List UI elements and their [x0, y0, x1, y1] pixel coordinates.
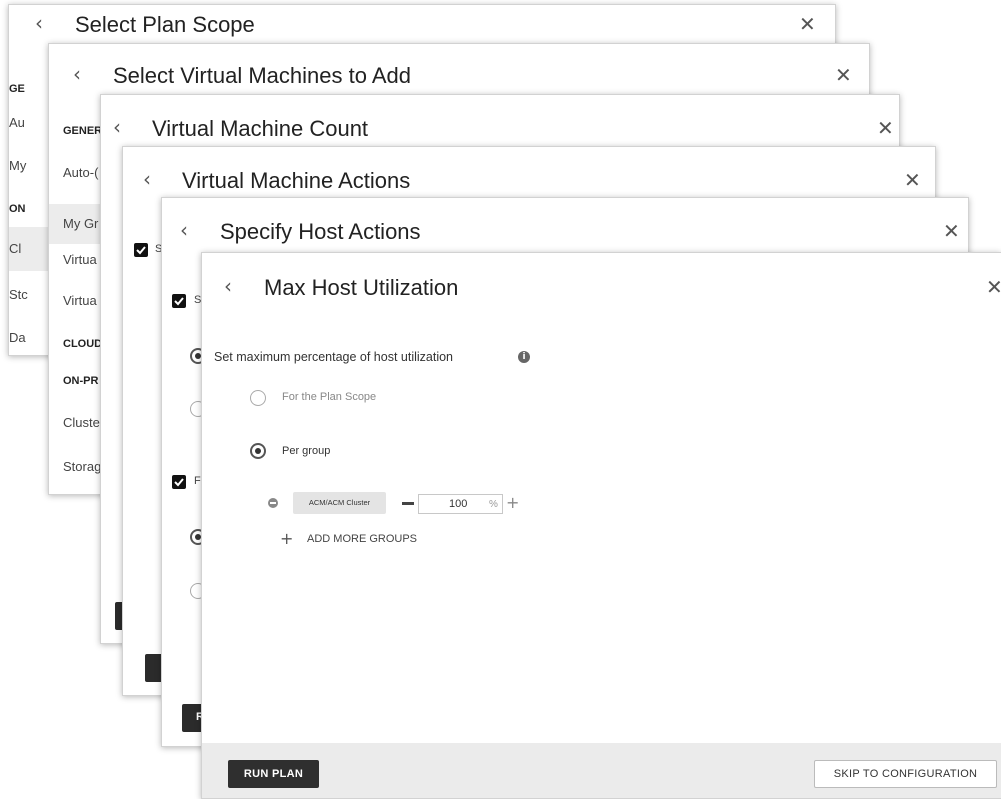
radio-per-group[interactable] — [250, 443, 266, 459]
decrement-button[interactable] — [402, 502, 414, 505]
checkbox[interactable] — [172, 294, 186, 308]
radio-label: Per group — [282, 445, 331, 457]
checkbox-label: F — [194, 475, 201, 487]
add-icon[interactable]: + — [280, 529, 293, 548]
close-icon[interactable]: ✕ — [877, 116, 894, 140]
page-title: Max Host Utilization — [264, 275, 459, 300]
page-title: Virtual Machine Count — [152, 116, 369, 141]
close-icon[interactable]: ✕ — [943, 219, 960, 243]
section-label: GE — [9, 83, 25, 95]
add-more-groups-link[interactable]: ADD MORE GROUPS — [307, 533, 417, 545]
page-title: Select Plan Scope — [75, 12, 255, 37]
list-item[interactable]: My Gr — [63, 216, 98, 231]
checkbox[interactable] — [134, 243, 148, 257]
back-icon[interactable]: ‹ — [143, 167, 151, 191]
percentage-unit: % — [489, 499, 498, 510]
list-item[interactable]: Cluste — [63, 415, 100, 430]
checkbox[interactable] — [172, 475, 186, 489]
skip-to-configuration-button[interactable]: SKIP TO CONFIGURATION — [814, 760, 997, 788]
increment-button[interactable]: + — [506, 493, 519, 512]
list-item[interactable]: Da — [9, 330, 26, 345]
back-icon[interactable]: ‹ — [113, 115, 121, 139]
back-icon[interactable]: ‹ — [180, 218, 188, 242]
remove-group-icon[interactable] — [268, 498, 278, 508]
close-icon[interactable]: ✕ — [986, 275, 1001, 299]
close-icon[interactable]: ✕ — [835, 63, 852, 87]
section-label: GENER — [63, 125, 103, 137]
percentage-value: 100 — [449, 498, 468, 510]
radio-plan-scope[interactable] — [250, 390, 266, 406]
list-item[interactable]: Auto-( — [63, 165, 98, 180]
percentage-input[interactable]: 100 % — [418, 494, 503, 514]
section-label: ON — [9, 203, 26, 215]
close-icon[interactable]: ✕ — [904, 168, 921, 192]
list-item[interactable]: Au — [9, 115, 25, 130]
close-icon[interactable]: ✕ — [799, 12, 816, 36]
section-label: ON-PR — [63, 375, 99, 387]
radio-label: For the Plan Scope — [282, 391, 377, 403]
list-item[interactable]: My — [9, 158, 26, 173]
list-item[interactable]: Virtua — [63, 293, 97, 308]
group-chip: ACM/ACM Cluster — [293, 492, 386, 514]
description: Set maximum percentage of host utilizati… — [214, 350, 454, 364]
page-title: Select Virtual Machines to Add — [113, 63, 411, 88]
panel-max-host-utilization: ‹ Max Host Utilization ✕ Set maximum per… — [201, 252, 1001, 799]
list-item[interactable]: Storag — [63, 459, 101, 474]
back-icon[interactable]: ‹ — [224, 274, 232, 298]
list-item[interactable]: Cl — [9, 241, 21, 256]
back-icon[interactable]: ‹ — [73, 62, 81, 86]
info-icon[interactable]: i — [518, 351, 530, 363]
page-title: Specify Host Actions — [220, 219, 421, 244]
run-plan-button[interactable]: RUN PLAN — [228, 760, 319, 788]
back-icon[interactable]: ‹ — [35, 11, 43, 35]
page-title: Virtual Machine Actions — [182, 168, 411, 193]
list-item[interactable]: Virtua — [63, 252, 97, 267]
list-item[interactable]: Stc — [9, 287, 28, 302]
section-label: CLOUD — [63, 338, 103, 350]
